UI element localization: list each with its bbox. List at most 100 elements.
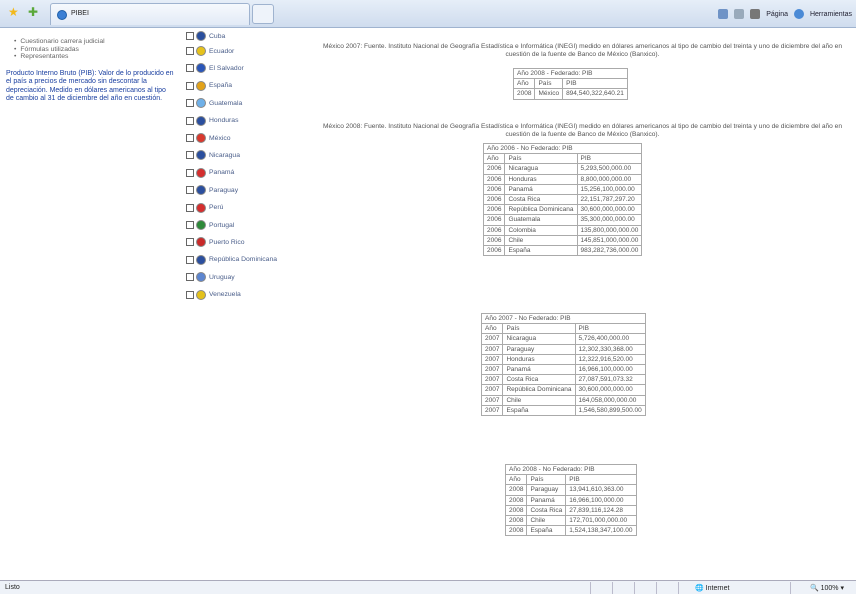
country-label: Honduras [209, 117, 239, 125]
country-item[interactable]: Guatemala [186, 97, 242, 109]
table-row: 2008 Panamá 16,966,100,000.00 [504, 494, 637, 506]
country-checkbox[interactable] [186, 290, 194, 299]
table-cell: 27,839,116,124.28 [565, 504, 637, 516]
country-item[interactable]: Puerto Rico [186, 236, 245, 248]
table-row: 2006 Guatemala 35,300,000,000.00 [482, 214, 643, 226]
country-item[interactable]: El Salvador [186, 62, 244, 74]
link-representantes[interactable]: Representantes [20, 53, 176, 61]
country-item[interactable]: Nicaragua [186, 149, 240, 161]
note-mexico-2008: México 2008: Fuente. Instituto Nacional … [323, 123, 842, 138]
link-cuestionario[interactable]: Cuestionario carrera judicial [20, 38, 176, 46]
table-cell: 2006 [482, 163, 506, 175]
country-item[interactable]: República Dominicana [186, 254, 277, 266]
country-checkbox[interactable] [186, 273, 194, 282]
table-row: 2006 España 983,282,736,000.00 [482, 244, 643, 257]
zoom-control[interactable]: 🔍 100% ▾ [810, 584, 844, 592]
flag-icon [196, 289, 206, 300]
table-cell: 2008 [504, 484, 528, 496]
table-cell: República Dominicana [502, 384, 576, 396]
country-item[interactable]: Honduras [186, 115, 238, 127]
tools-icon [793, 9, 804, 19]
table-row: 2008 Paraguay 13,941,610,363.00 [504, 484, 637, 496]
table-cell: Honduras [502, 353, 576, 365]
country-item[interactable]: Panamá [186, 167, 234, 179]
country-item[interactable]: Cuba [186, 30, 225, 42]
table-cell: España [526, 525, 567, 537]
country-checkbox[interactable] [186, 99, 194, 108]
country-item[interactable]: Ecuador [186, 45, 234, 57]
country-item[interactable]: México [186, 132, 231, 144]
country-label: Paraguay [209, 186, 239, 194]
country-checkbox[interactable] [186, 81, 194, 90]
country-item[interactable]: Paraguay [186, 184, 238, 196]
table-cell: 16,966,100,000.00 [574, 363, 646, 376]
table-no-federado-2007: Año 2007 - No Federado: PIB Año País PIB 200… [480, 312, 646, 416]
table-row: 2006 Chile 145,851,000,000.00 [482, 234, 643, 246]
table-cell: 2007 [480, 404, 504, 416]
country-item[interactable]: Portugal [186, 219, 234, 231]
table-header: PIB [574, 323, 646, 335]
link-formulas[interactable]: Fórmulas utilizadas [20, 46, 176, 54]
country-checkbox[interactable] [186, 255, 194, 264]
country-checkbox[interactable] [186, 151, 194, 160]
table-cell: Chile [526, 514, 567, 527]
table-cell: 2007 [480, 343, 504, 355]
table-caption: Año 2008 - No Federado: PIB [505, 463, 637, 476]
country-label: República Dominicana [209, 256, 278, 264]
table-cell: Panamá [502, 363, 576, 376]
table-cell: 983,282,736,000.00 [576, 244, 643, 257]
table-cell: 2007 [480, 363, 504, 376]
table-cell: República Dominicana [504, 204, 578, 216]
table-caption: Año 2008 - Federado: PIB [513, 67, 628, 80]
country-item[interactable]: Perú [186, 202, 223, 214]
table-cell: 2007 [480, 394, 504, 406]
country-checkbox[interactable] [186, 47, 194, 55]
country-checkbox[interactable] [186, 238, 194, 247]
country-checkbox[interactable] [186, 134, 194, 142]
table-row: 2007 España 1,546,580,899,500.00 [480, 404, 646, 416]
table-cell: Costa Rica [504, 193, 578, 206]
flag-icon [196, 63, 206, 74]
command-bar: Página Herramientas [718, 7, 852, 21]
table-cell: 13,941,610,363.00 [565, 484, 637, 496]
country-label: Venezuela [209, 291, 241, 299]
table-row: 2007 Panamá 16,966,100,000.00 [480, 363, 646, 376]
table-caption: Año 2007 - No Federado: PIB [481, 312, 646, 325]
country-checkbox[interactable] [186, 64, 194, 73]
table-cell: 1,546,580,899,500.00 [574, 404, 646, 416]
country-checkbox[interactable] [186, 116, 194, 125]
feeds-icon[interactable] [734, 9, 745, 19]
table-cell: España [504, 244, 578, 257]
new-tab-button[interactable] [252, 4, 274, 24]
flag-icon [196, 167, 206, 178]
country-label: Uruguay [209, 273, 235, 281]
table-federado-2008: Año 2008 - Federado: PIB Año País PIB 2008 Mé… [512, 67, 628, 100]
browser-tab[interactable]: PIBEI [50, 3, 250, 25]
table-row: 2006 Honduras 8,800,000,000.00 [482, 173, 643, 185]
table-cell: Chile [502, 394, 576, 406]
zoom-icon: 🔍 [809, 585, 819, 592]
country-checkbox[interactable] [186, 221, 194, 229]
table-cell: 8,800,000,000.00 [576, 173, 643, 185]
country-label: Nicaragua [209, 151, 240, 159]
country-checkbox[interactable] [186, 32, 194, 40]
tab-title: PIBEI [71, 10, 89, 17]
home-icon[interactable] [718, 9, 729, 19]
table-cell: Chile [504, 234, 578, 246]
tools-menu[interactable]: Herramientas [810, 11, 852, 18]
table-cell: Costa Rica [526, 504, 567, 516]
country-checkbox[interactable] [186, 203, 194, 212]
table-cell: 30,600,000,000.00 [574, 384, 646, 396]
country-item[interactable]: Uruguay [186, 271, 235, 283]
table-cell: Costa Rica [502, 374, 576, 386]
country-checkbox[interactable] [186, 168, 194, 177]
country-checkbox[interactable] [186, 186, 194, 195]
flag-icon [196, 46, 206, 56]
country-label: Portugal [209, 221, 235, 229]
country-item[interactable]: Venezuela [186, 289, 241, 301]
add-favorites-icon[interactable]: ✚ [28, 6, 38, 18]
page-menu[interactable]: Página [766, 11, 788, 18]
print-icon[interactable] [750, 9, 761, 19]
favorites-star-icon[interactable]: ★ [8, 6, 19, 18]
country-item[interactable]: España [186, 80, 232, 92]
